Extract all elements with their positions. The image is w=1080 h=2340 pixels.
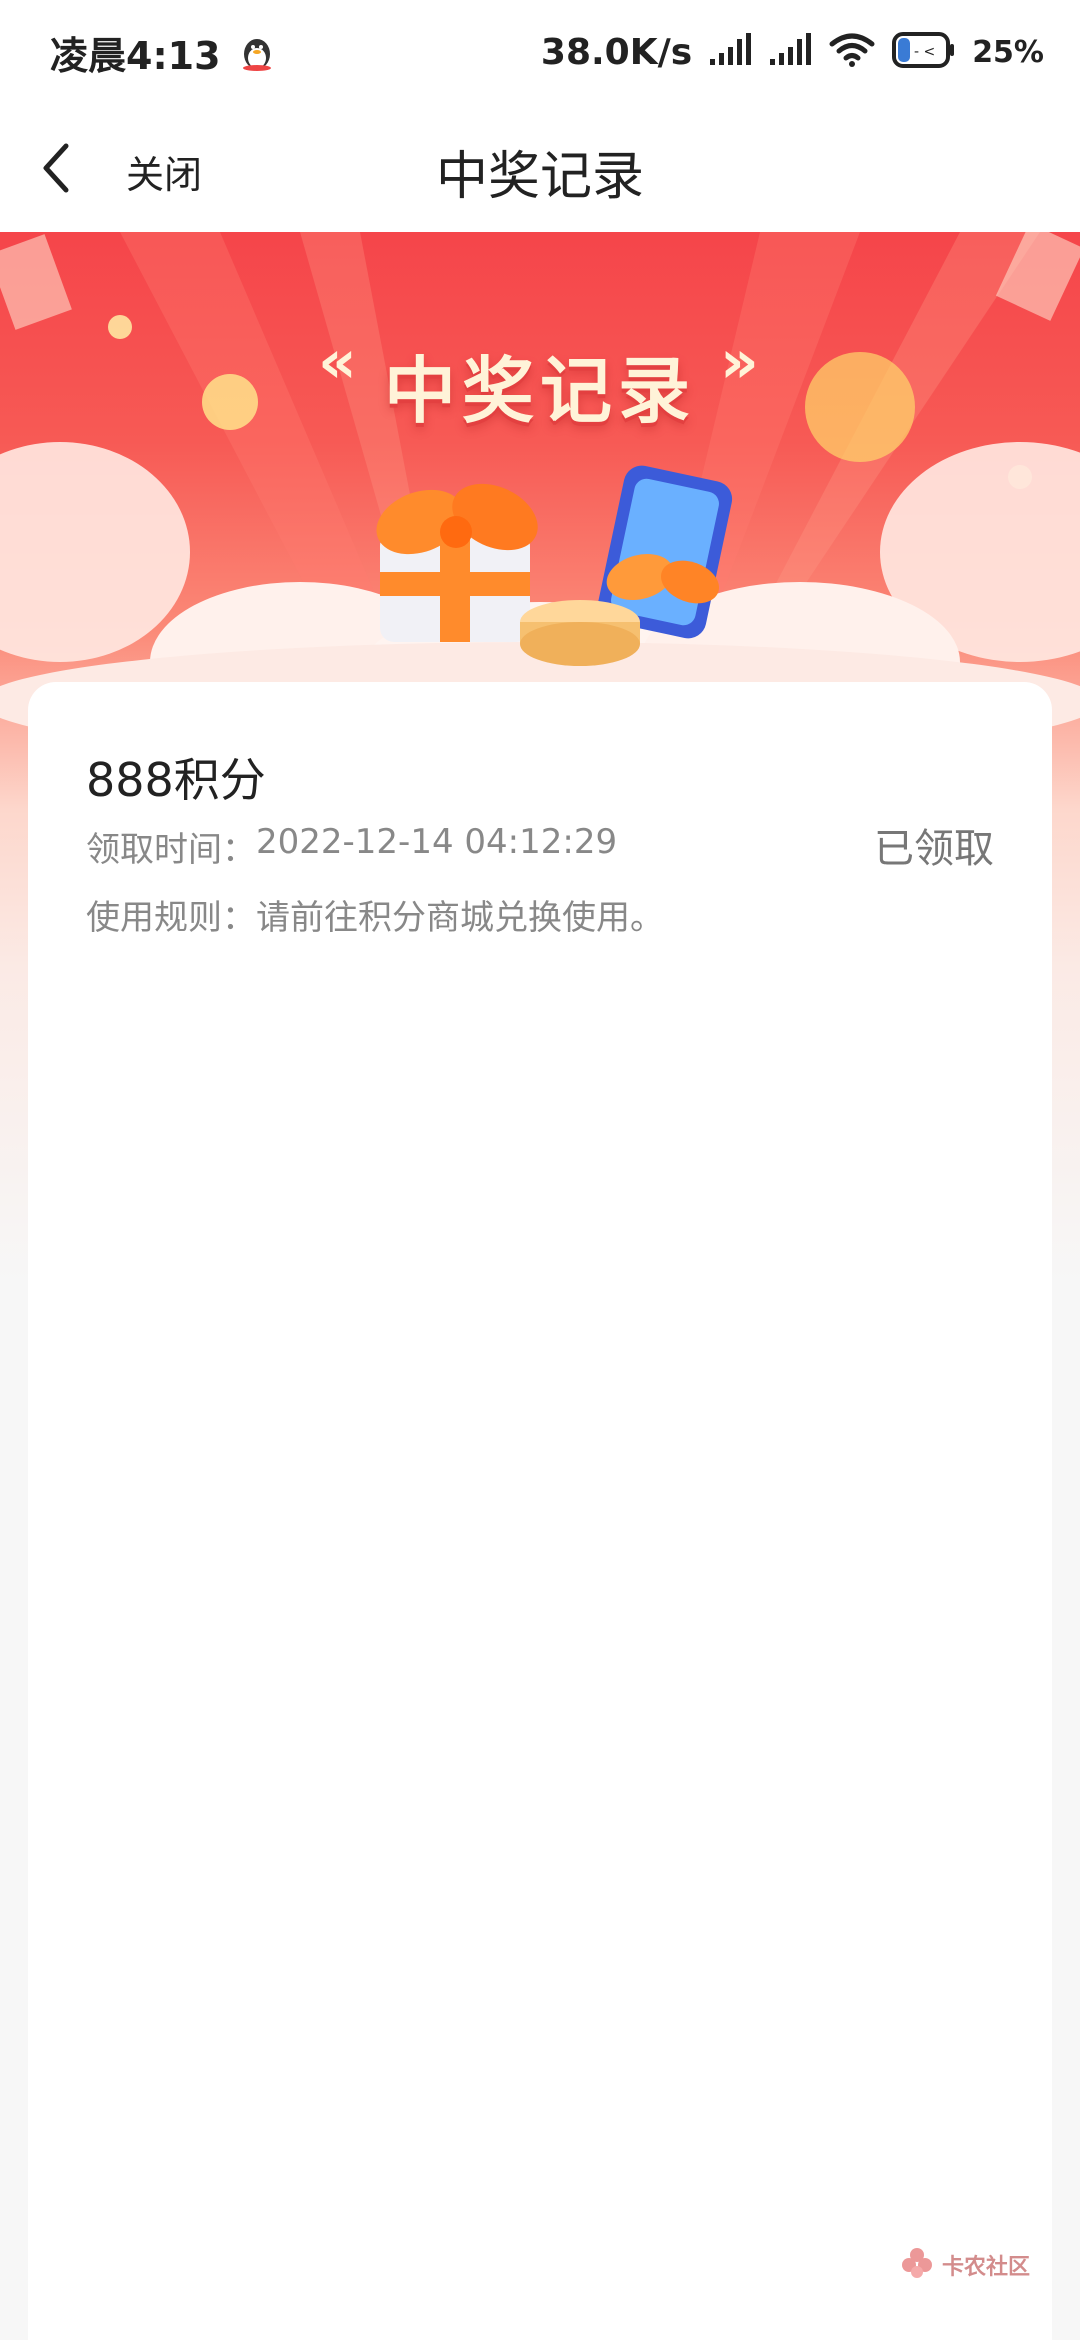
receive-time-label: 领取时间： [86, 830, 256, 870]
rule-row: 使用规则： 请前往积分商城兑换使用。 [86, 890, 664, 939]
status-time: 凌晨4:13 [50, 33, 221, 78]
watermark-text: 卡农社区 [942, 2255, 1031, 2280]
banner-title: 中奖记录 [383, 349, 696, 433]
prize-name: 888积分 [86, 753, 266, 807]
qq-penguin-icon [239, 32, 275, 72]
signal-icon-2 [768, 33, 812, 71]
receive-time-value: 2022-12-14 04:12:29 [256, 822, 618, 862]
status-bar: 凌晨4:13 38.0K/s - < 25% [0, 0, 1080, 104]
nav-bar: 关闭 中奖记录 [0, 104, 1080, 232]
page-title: 中奖记录 [435, 147, 644, 207]
receive-time-row: 领取时间： 2022-12-14 04:12:29 [86, 822, 617, 871]
battery-percent: 25% [972, 34, 1044, 70]
svg-text:- <: - < [914, 44, 935, 60]
status-right: 38.0K/s - < 25% [541, 32, 1044, 73]
rule-text: 请前往积分商城兑换使用。 [256, 898, 664, 938]
network-speed: 38.0K/s [540, 31, 693, 73]
status-left: 凌晨4:13 [50, 25, 275, 80]
claim-status: 已领取 [874, 826, 994, 872]
rule-label: 使用规则： [86, 898, 256, 938]
wifi-icon [828, 32, 876, 72]
record-card: 888积分 领取时间： 2022-12-14 04:12:29 已领取 使用规则… [28, 682, 1052, 2340]
watermark: 卡农社区 [900, 2246, 1030, 2284]
flower-logo-icon [900, 2246, 934, 2284]
battery-icon: - < [892, 32, 956, 72]
signal-icon [708, 33, 752, 71]
